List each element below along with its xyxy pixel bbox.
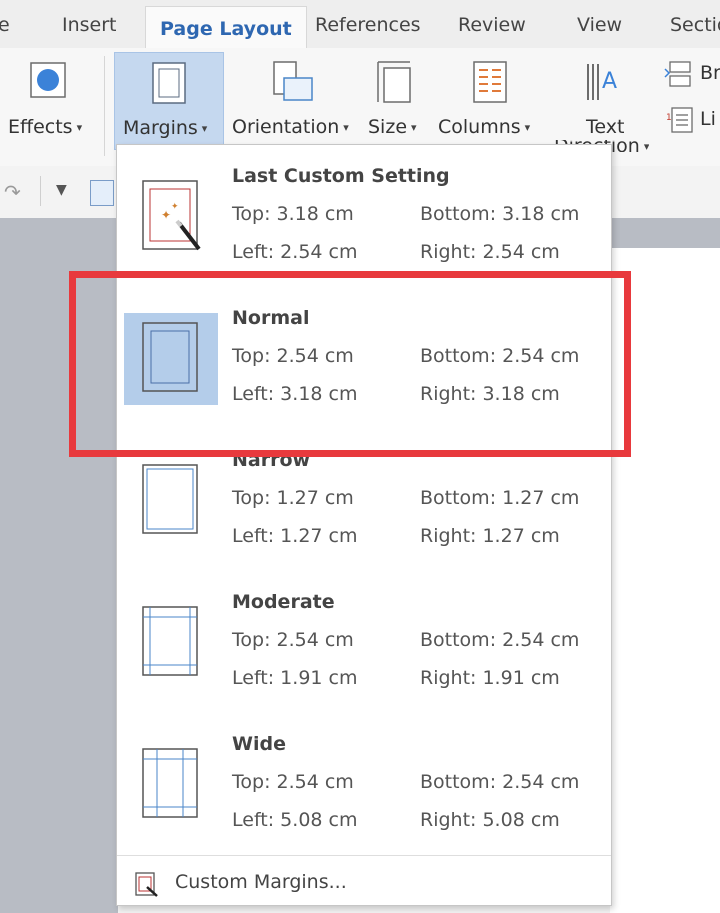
margin-thumbnail (124, 739, 218, 831)
chevron-down-icon: ▾ (411, 121, 417, 134)
columns-icon (473, 61, 507, 103)
tab-review[interactable]: Review (458, 14, 526, 36)
option-name: Wide (232, 733, 286, 755)
option-bottom: Bottom: 3.18 cm (420, 203, 580, 225)
option-bottom: Bottom: 2.54 cm (420, 771, 580, 793)
ribbon-separator (104, 56, 105, 156)
breaks-icon (664, 61, 691, 87)
margins-dropdown-menu: ✦ ✦ Last Custom Setting Top: 3.18 cm Bot… (116, 144, 612, 906)
option-right: Right: 5.08 cm (420, 809, 560, 831)
tab-references[interactable]: References (315, 14, 421, 36)
custom-margin-wand-icon: ✦ ✦ (142, 180, 201, 251)
tab-page-layout[interactable]: Page Layout (145, 6, 307, 51)
chevron-down-icon: ▾ (201, 122, 208, 135)
option-name: Last Custom Setting (232, 165, 450, 187)
option-right: Right: 1.27 cm (420, 525, 560, 547)
columns-label: Columns (438, 116, 521, 138)
orientation-icon (273, 61, 313, 101)
qat-separator (40, 176, 41, 206)
chevron-down-icon: ▾ (343, 121, 349, 134)
menu-divider (117, 855, 611, 856)
option-right: Right: 2.54 cm (420, 241, 560, 263)
margins-button[interactable]: Margins ▾ (114, 52, 224, 150)
orientation-label: Orientation (232, 116, 340, 138)
margin-thumbnail: ✦ ✦ (124, 171, 218, 263)
option-top: Top: 1.27 cm (232, 487, 354, 509)
tab-section[interactable]: Sectio (670, 14, 720, 36)
effects-button[interactable]: Effects ▾ (4, 52, 92, 148)
margin-option-wide[interactable]: Wide Top: 2.54 cm Bottom: 2.54 cm Left: … (117, 713, 611, 855)
document-tab-icon[interactable] (90, 180, 114, 206)
option-left: Left: 2.54 cm (232, 241, 358, 263)
breaks-label: Br (700, 62, 720, 84)
ribbon-tab-bar: e Insert Page Layout References Review V… (0, 0, 720, 51)
option-bottom: Bottom: 2.54 cm (420, 629, 580, 651)
margin-thumbnail (124, 597, 218, 689)
line-numbers-button[interactable]: 1 Li (664, 102, 720, 142)
tab-partial-left[interactable]: e (0, 14, 10, 36)
option-name: Moderate (232, 591, 335, 613)
document-background-right (610, 218, 720, 248)
custom-margins-label: Custom Margins... (175, 871, 347, 893)
text-direction-icon: A (587, 64, 617, 100)
redo-icon[interactable]: ↷ (4, 180, 21, 204)
option-top: Top: 3.18 cm (232, 203, 354, 225)
option-top: Top: 2.54 cm (232, 629, 354, 651)
custom-margins-item[interactable]: Custom Margins... (117, 861, 611, 905)
line-numbers-icon: 1 (666, 107, 693, 133)
wide-margin-icon (142, 748, 198, 818)
margins-icon (152, 62, 186, 104)
effects-label: Effects (8, 116, 73, 138)
tab-insert[interactable]: Insert (62, 14, 117, 36)
size-button[interactable]: Size ▾ (362, 52, 426, 148)
custom-margins-icon (135, 872, 158, 897)
option-right: Right: 1.91 cm (420, 667, 560, 689)
svg-text:A: A (602, 69, 617, 94)
margin-option-last-custom[interactable]: ✦ ✦ Last Custom Setting Top: 3.18 cm Bot… (117, 145, 611, 287)
chevron-down-icon: ▾ (76, 121, 83, 134)
margins-label: Margins (123, 117, 198, 139)
margin-thumbnail (124, 455, 218, 547)
option-bottom: Bottom: 1.27 cm (420, 487, 580, 509)
svg-text:✦: ✦ (171, 202, 179, 212)
margin-option-moderate[interactable]: Moderate Top: 2.54 cm Bottom: 2.54 cm Le… (117, 571, 611, 713)
option-left: Left: 1.27 cm (232, 525, 358, 547)
moderate-margin-icon (142, 606, 198, 676)
chevron-down-icon: ▾ (643, 140, 650, 152)
option-left: Left: 1.91 cm (232, 667, 358, 689)
chevron-down-icon: ▾ (524, 121, 531, 134)
columns-button[interactable]: Columns ▾ (434, 52, 546, 148)
orientation-button[interactable]: Orientation ▾ (226, 52, 354, 148)
qat-dropdown-icon[interactable]: ▼ (56, 182, 67, 198)
highlight-box (69, 271, 631, 457)
option-left: Left: 5.08 cm (232, 809, 358, 831)
tab-view[interactable]: View (577, 14, 622, 36)
svg-text:1: 1 (666, 113, 672, 123)
size-label: Size (368, 116, 408, 138)
text-direction-label: Text (586, 116, 625, 138)
option-top: Top: 2.54 cm (232, 771, 354, 793)
effects-icon (30, 62, 66, 98)
text-direction-button[interactable]: A Text Direction▾ (552, 52, 652, 152)
narrow-margin-icon (142, 464, 198, 534)
size-icon (377, 61, 411, 103)
line-numbers-label: Li (700, 108, 716, 130)
svg-text:✦: ✦ (161, 208, 171, 222)
breaks-button[interactable]: Br (664, 56, 720, 96)
